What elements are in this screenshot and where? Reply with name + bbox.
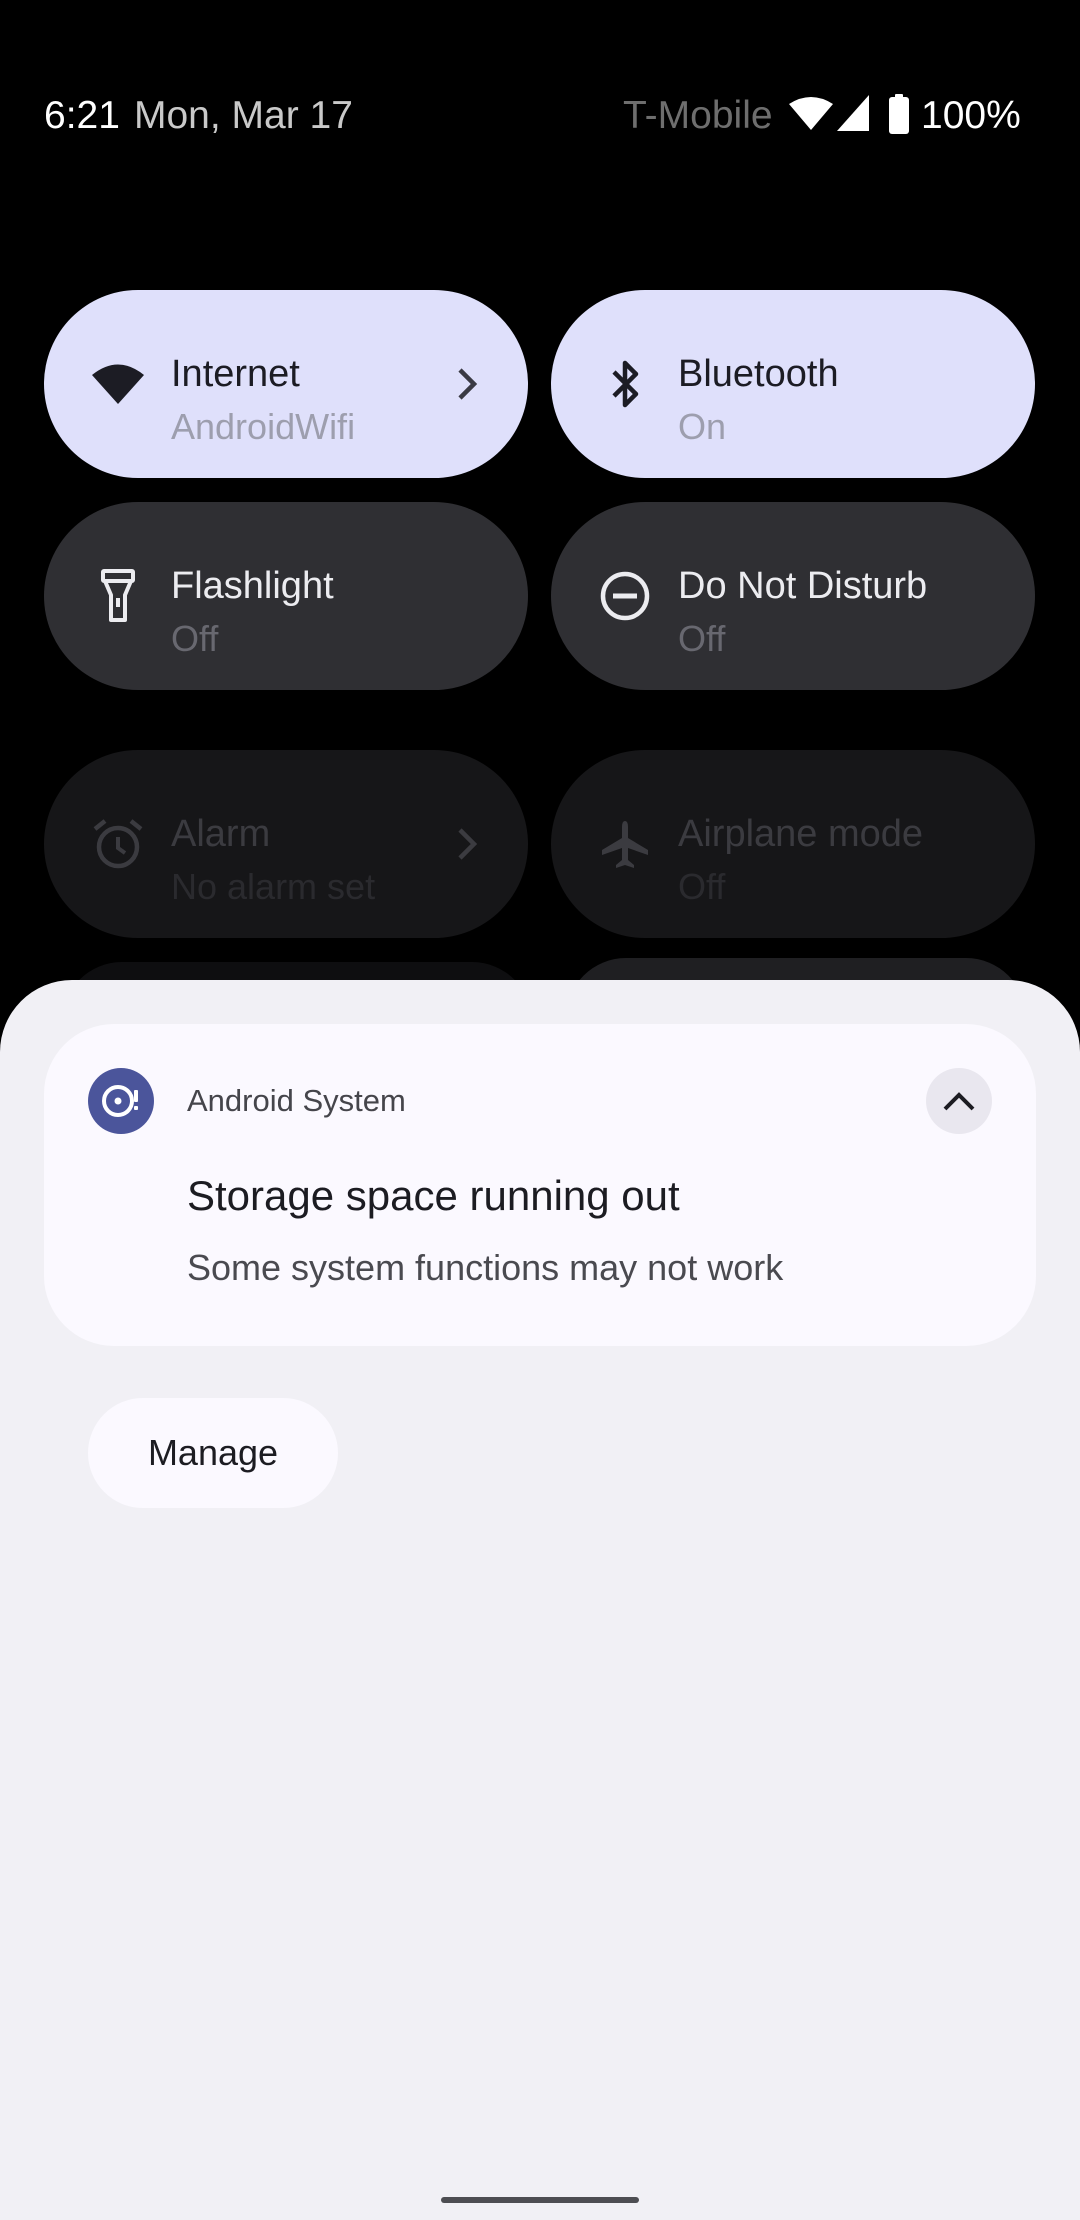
status-date: Mon, Mar 17: [134, 94, 353, 137]
collapse-button[interactable]: [926, 1068, 992, 1134]
tile-do-not-disturb[interactable]: Do Not Disturb Off: [551, 502, 1035, 690]
gesture-nav-handle[interactable]: [441, 2197, 639, 2203]
tile-label: Alarm: [171, 813, 271, 855]
tile-label: Airplane mode: [678, 813, 924, 855]
chevron-right-icon: [458, 368, 478, 400]
tile-subtitle: Off: [678, 866, 726, 907]
tile-bluetooth[interactable]: Bluetooth On: [551, 290, 1035, 478]
carrier-name: T-Mobile: [623, 94, 773, 137]
notification-body: Some system functions may not work: [187, 1247, 784, 1288]
notification-app-name: Android System: [187, 1083, 406, 1118]
status-bar: 6:21 Mon, Mar 17 T-Mobile 100%: [0, 0, 1080, 230]
tile-label: Flashlight: [171, 565, 334, 607]
tile-subtitle: On: [678, 406, 727, 447]
tile-subtitle: Off: [678, 618, 726, 659]
do-not-disturb-icon: [595, 566, 655, 626]
flashlight-icon: [88, 566, 148, 626]
notification-panel: Android System Storage space running out…: [0, 980, 1080, 2220]
tile-airplane-mode[interactable]: Airplane mode Off: [551, 750, 1035, 938]
storage-alert-icon: [88, 1068, 154, 1134]
wifi-icon: [88, 354, 148, 414]
airplane-icon: [595, 814, 655, 874]
cell-signal-icon: [837, 95, 869, 131]
notification-card[interactable]: Android System Storage space running out…: [44, 1024, 1036, 1346]
wifi-signal-icon: [789, 97, 833, 130]
tile-subtitle: No alarm set: [171, 866, 376, 907]
manage-button[interactable]: Manage: [88, 1398, 338, 1508]
tile-label: Internet: [171, 353, 300, 395]
bluetooth-icon: [595, 354, 655, 414]
tile-internet[interactable]: Internet AndroidWifi: [44, 290, 528, 478]
status-time: 6:21: [44, 94, 120, 137]
battery-percentage: 100%: [921, 94, 1021, 137]
tile-flashlight[interactable]: Flashlight Off: [44, 502, 528, 690]
battery-icon: [889, 94, 909, 134]
chevron-up-icon: [943, 1092, 975, 1111]
chevron-right-icon: [458, 828, 478, 860]
tile-subtitle: Off: [171, 618, 219, 659]
tile-label: Do Not Disturb: [678, 565, 928, 607]
notification-shade-screen: 6:21 Mon, Mar 17 T-Mobile 100% Internet …: [0, 0, 1080, 2220]
tile-subtitle: AndroidWifi: [171, 406, 356, 447]
tile-label: Bluetooth: [678, 353, 839, 395]
alarm-icon: [88, 814, 148, 874]
tile-alarm[interactable]: Alarm No alarm set: [44, 750, 528, 938]
notification-title: Storage space running out: [187, 1172, 680, 1219]
